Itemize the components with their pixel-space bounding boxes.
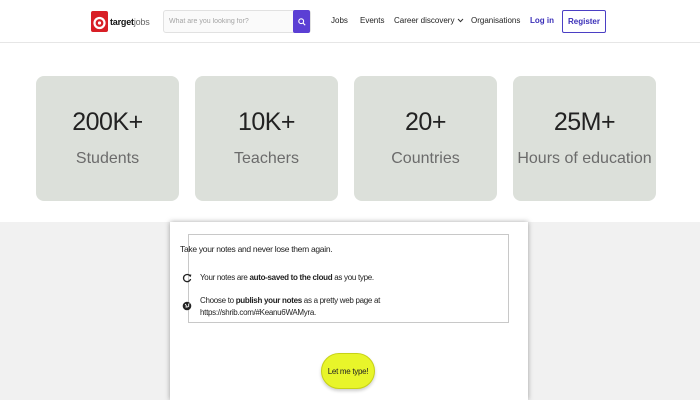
logo[interactable]: targetjobs bbox=[91, 11, 150, 32]
stat-value: 25M+ bbox=[553, 108, 616, 136]
feature-publish-text: Choose to publish your notes as a pretty… bbox=[200, 295, 460, 319]
stat-label: Students bbox=[75, 150, 140, 167]
stat-label: Hours of education bbox=[517, 150, 652, 167]
search-input[interactable] bbox=[164, 11, 294, 32]
top-navbar: targetjobs Jobs Events Career discovery … bbox=[0, 0, 700, 43]
stats-section: 200K+ Students 10K+ Teachers 20+ Countri… bbox=[0, 43, 700, 222]
feature-autosave-text: Your notes are auto-saved to the cloud a… bbox=[200, 273, 374, 282]
search-icon bbox=[297, 17, 306, 26]
search-box bbox=[163, 10, 311, 33]
stat-label: Countries bbox=[391, 150, 460, 167]
embedded-notes-panel: Take your notes and never lose them agai… bbox=[170, 222, 528, 400]
logo-text: targetjobs bbox=[110, 16, 150, 27]
globe-icon bbox=[182, 301, 192, 311]
refresh-icon bbox=[182, 273, 192, 283]
logo-icon bbox=[91, 11, 108, 32]
publish-url: https://shrib.com/#Keanu6WAMyra. bbox=[200, 308, 316, 317]
nav-jobs[interactable]: Jobs bbox=[331, 16, 348, 25]
nav-events[interactable]: Events bbox=[360, 16, 384, 25]
stat-card-hours: 25M+ Hours of education bbox=[513, 76, 656, 201]
stat-value: 200K+ bbox=[72, 108, 143, 136]
nav-career-discovery[interactable]: Career discovery bbox=[394, 16, 464, 25]
login-link[interactable]: Log in bbox=[530, 16, 554, 25]
search-button[interactable] bbox=[293, 10, 310, 33]
notes-heading: Take your notes and never lose them agai… bbox=[180, 244, 333, 254]
stat-card-teachers: 10K+ Teachers bbox=[195, 76, 338, 201]
stat-value: 20+ bbox=[405, 108, 446, 136]
stat-label: Teachers bbox=[234, 150, 299, 167]
stat-value: 10K+ bbox=[237, 108, 296, 136]
let-me-type-button[interactable]: Let me type! bbox=[321, 353, 375, 389]
stat-card-countries: 20+ Countries bbox=[354, 76, 497, 201]
nav-career-label: Career discovery bbox=[394, 16, 455, 25]
stat-card-students: 200K+ Students bbox=[36, 76, 179, 201]
chevron-down-icon bbox=[458, 18, 464, 23]
nav-organisations[interactable]: Organisations bbox=[471, 16, 520, 25]
register-button[interactable]: Register bbox=[562, 10, 606, 33]
